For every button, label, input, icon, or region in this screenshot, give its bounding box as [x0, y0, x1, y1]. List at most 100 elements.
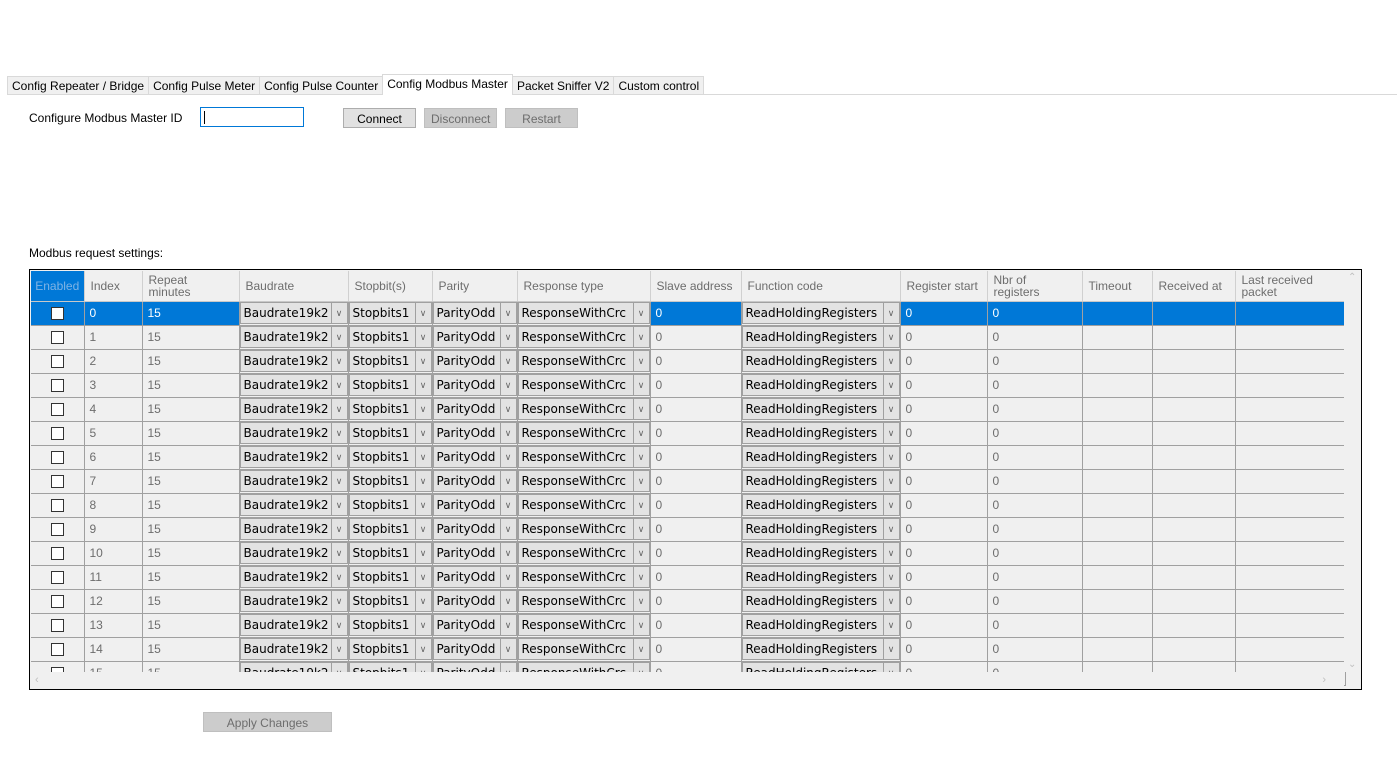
- index-cell[interactable]: 5: [84, 421, 143, 446]
- index-cell[interactable]: 9: [84, 517, 143, 542]
- parity-dropdown[interactable]: ParityOdd∨: [432, 374, 517, 396]
- baudrate-dropdown[interactable]: Baudrate19k2∨: [239, 374, 348, 396]
- response-type-dropdown[interactable]: ResponseWithCrc ∨: [517, 326, 650, 348]
- baudrate-dropdown[interactable]: Baudrate19k2∨: [239, 398, 348, 420]
- column-header-repeat-minutes[interactable]: Repeat minutes: [142, 271, 240, 302]
- column-header-slave-address[interactable]: Slave address: [650, 271, 742, 302]
- slave-address-cell[interactable]: 0: [650, 445, 742, 470]
- chevron-down-icon[interactable]: ∨: [632, 351, 649, 371]
- slave-address-cell[interactable]: 0: [650, 301, 742, 326]
- chevron-down-icon[interactable]: ∨: [330, 519, 347, 539]
- tab-config-modbus-master[interactable]: Config Modbus Master: [382, 74, 513, 95]
- baudrate-dropdown[interactable]: Baudrate19k2∨: [239, 494, 348, 516]
- chevron-down-icon[interactable]: ∨: [414, 303, 431, 323]
- table-row[interactable]: 4 15 Baudrate19k2 ∨ Stopbits1 ∨ ParityOdd ∨ Resp…: [31, 397, 1346, 422]
- parity-dropdown[interactable]: ParityOdd∨: [432, 326, 517, 348]
- last-received-packet-cell[interactable]: [1235, 397, 1346, 422]
- chevron-down-icon[interactable]: ∨: [632, 519, 649, 539]
- received-at-cell[interactable]: [1152, 565, 1236, 590]
- register-start-cell[interactable]: 0: [900, 301, 988, 326]
- last-received-packet-cell[interactable]: [1235, 373, 1346, 398]
- chevron-down-icon[interactable]: ∨: [414, 543, 431, 563]
- baudrate-dropdown[interactable]: Baudrate19k2∨: [239, 422, 348, 444]
- response-type-dropdown[interactable]: ResponseWithCrc ∨: [517, 542, 650, 564]
- chevron-down-icon[interactable]: ∨: [414, 591, 431, 611]
- received-at-cell[interactable]: [1152, 445, 1236, 470]
- enabled-checkbox[interactable]: [50, 403, 64, 417]
- table-row[interactable]: 10 15 Baudrate19k2 ∨ Stopbits1 ∨ ParityOdd ∨ Res…: [31, 541, 1346, 566]
- chevron-down-icon[interactable]: ∨: [499, 543, 516, 563]
- register-start-cell[interactable]: 0: [900, 493, 988, 518]
- table-row[interactable]: 0 15 Baudrate19k2 ∨ Stopbits1 ∨ ParityOdd ∨ Resp…: [31, 301, 1346, 326]
- function-code-dropdown[interactable]: ReadHoldingRegisters ∨: [741, 302, 900, 324]
- function-code-dropdown[interactable]: ReadHoldingRegisters ∨: [741, 494, 900, 516]
- register-start-cell[interactable]: 0: [900, 541, 988, 566]
- chevron-down-icon[interactable]: ∨: [499, 615, 516, 635]
- last-received-packet-cell[interactable]: [1235, 589, 1346, 614]
- chevron-down-icon[interactable]: ∨: [882, 447, 899, 467]
- parity-dropdown[interactable]: ParityOdd∨: [432, 614, 517, 636]
- chevron-down-icon[interactable]: ∨: [330, 399, 347, 419]
- chevron-down-icon[interactable]: ∨: [882, 375, 899, 395]
- table-row[interactable]: 3 15 Baudrate19k2 ∨ Stopbits1 ∨ ParityOdd ∨ Resp…: [31, 373, 1346, 398]
- table-row[interactable]: 1 15 Baudrate19k2 ∨ Stopbits1 ∨ ParityOdd ∨ Resp…: [31, 325, 1346, 350]
- nbr-registers-cell[interactable]: 0: [987, 469, 1083, 494]
- chevron-down-icon[interactable]: ∨: [632, 615, 649, 635]
- repeat-minutes-cell[interactable]: 15: [142, 469, 240, 494]
- enabled-checkbox[interactable]: [50, 475, 64, 489]
- chevron-down-icon[interactable]: ∨: [499, 591, 516, 611]
- timeout-cell[interactable]: [1082, 517, 1153, 542]
- received-at-cell[interactable]: [1152, 397, 1236, 422]
- function-code-dropdown[interactable]: ReadHoldingRegisters ∨: [741, 542, 900, 564]
- baudrate-dropdown[interactable]: Baudrate19k2∨: [239, 518, 348, 540]
- enabled-checkbox[interactable]: [50, 451, 64, 465]
- repeat-minutes-cell[interactable]: 15: [142, 565, 240, 590]
- horizontal-scrollbar[interactable]: ‹ ›: [30, 672, 1344, 689]
- column-header-last-received-packet[interactable]: Last received packet: [1235, 271, 1346, 302]
- register-start-cell[interactable]: 0: [900, 469, 988, 494]
- enabled-checkbox[interactable]: [50, 571, 64, 585]
- register-start-cell[interactable]: 0: [900, 613, 988, 638]
- baudrate-dropdown[interactable]: Baudrate19k2∨: [239, 590, 348, 612]
- enabled-checkbox[interactable]: [50, 619, 64, 633]
- stopbits-dropdown[interactable]: Stopbits1 ∨: [348, 374, 432, 396]
- table-row[interactable]: 12 15 Baudrate19k2 ∨ Stopbits1 ∨ ParityOdd ∨ Res…: [31, 589, 1346, 614]
- tab-config-pulse-counter[interactable]: Config Pulse Counter: [259, 76, 384, 95]
- baudrate-dropdown[interactable]: Baudrate19k2∨: [239, 302, 348, 324]
- chevron-down-icon[interactable]: ∨: [499, 375, 516, 395]
- baudrate-dropdown[interactable]: Baudrate19k2∨: [239, 326, 348, 348]
- slave-address-cell[interactable]: 0: [650, 613, 742, 638]
- chevron-down-icon[interactable]: ∨: [499, 351, 516, 371]
- chevron-down-icon[interactable]: ∨: [330, 375, 347, 395]
- chevron-down-icon[interactable]: ∨: [882, 639, 899, 659]
- enabled-checkbox[interactable]: [50, 523, 64, 537]
- stopbits-dropdown[interactable]: Stopbits1 ∨: [348, 350, 432, 372]
- chevron-down-icon[interactable]: ∨: [414, 471, 431, 491]
- table-row[interactable]: 9 15 Baudrate19k2 ∨ Stopbits1 ∨ ParityOdd ∨ Resp…: [31, 517, 1346, 542]
- chevron-down-icon[interactable]: ∨: [330, 327, 347, 347]
- chevron-down-icon[interactable]: ∨: [330, 351, 347, 371]
- chevron-down-icon[interactable]: ∨: [414, 495, 431, 515]
- timeout-cell[interactable]: [1082, 325, 1153, 350]
- baudrate-dropdown[interactable]: Baudrate19k2∨: [239, 446, 348, 468]
- index-cell[interactable]: 10: [84, 541, 143, 566]
- column-header-response-type[interactable]: Response type: [517, 271, 651, 302]
- repeat-minutes-cell[interactable]: 15: [142, 349, 240, 374]
- chevron-down-icon[interactable]: ∨: [882, 495, 899, 515]
- response-type-dropdown[interactable]: ResponseWithCrc ∨: [517, 374, 650, 396]
- register-start-cell[interactable]: 0: [900, 325, 988, 350]
- timeout-cell[interactable]: [1082, 565, 1153, 590]
- repeat-minutes-cell[interactable]: 15: [142, 325, 240, 350]
- response-type-dropdown[interactable]: ResponseWithCrc ∨: [517, 614, 650, 636]
- index-cell[interactable]: 2: [84, 349, 143, 374]
- function-code-dropdown[interactable]: ReadHoldingRegisters ∨: [741, 350, 900, 372]
- repeat-minutes-cell[interactable]: 15: [142, 517, 240, 542]
- function-code-dropdown[interactable]: ReadHoldingRegisters ∨: [741, 326, 900, 348]
- response-type-dropdown[interactable]: ResponseWithCrc ∨: [517, 470, 650, 492]
- received-at-cell[interactable]: [1152, 301, 1236, 326]
- received-at-cell[interactable]: [1152, 613, 1236, 638]
- baudrate-dropdown[interactable]: Baudrate19k2∨: [239, 566, 348, 588]
- index-cell[interactable]: 3: [84, 373, 143, 398]
- last-received-packet-cell[interactable]: [1235, 541, 1346, 566]
- function-code-dropdown[interactable]: ReadHoldingRegisters ∨: [741, 614, 900, 636]
